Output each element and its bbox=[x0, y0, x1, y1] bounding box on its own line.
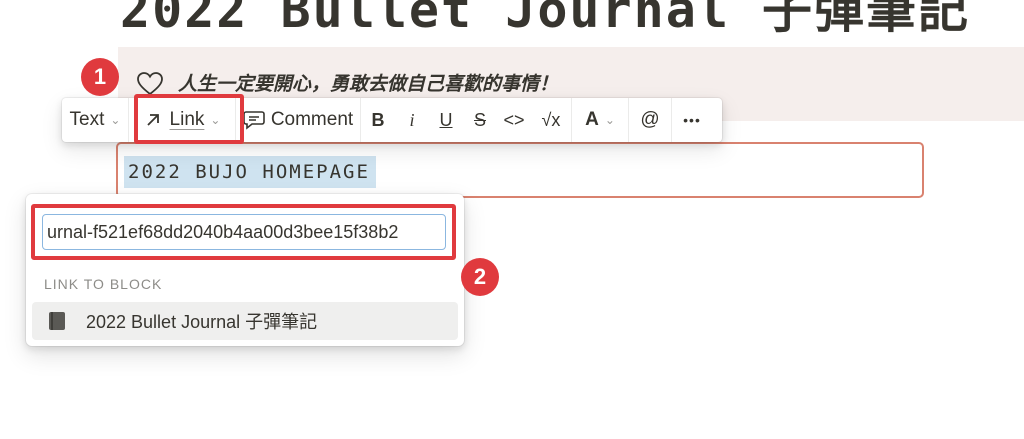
page-title: 2022 Bullet Journal 子彈筆記 bbox=[120, 0, 971, 39]
inline-code-button[interactable]: <> bbox=[497, 98, 531, 142]
annotation-box-link-input bbox=[31, 204, 456, 260]
turn-into-button[interactable]: Text ⌄ bbox=[62, 98, 128, 142]
annotation-badge-1: 1 bbox=[81, 58, 119, 96]
strikethrough-button[interactable]: S bbox=[463, 98, 497, 142]
comment-label: Comment bbox=[270, 109, 354, 130]
comment-button[interactable]: Comment bbox=[236, 98, 360, 142]
bold-button[interactable]: B bbox=[361, 98, 395, 142]
italic-button[interactable]: i bbox=[395, 98, 429, 142]
link-result-item[interactable]: 2022 Bullet Journal 子彈筆記 bbox=[32, 302, 458, 340]
equation-button[interactable]: √x bbox=[531, 98, 571, 142]
comment-icon bbox=[243, 111, 265, 130]
chevron-down-icon: ⌄ bbox=[110, 113, 121, 127]
underline-button[interactable]: U bbox=[429, 98, 463, 142]
text-color-icon: A bbox=[585, 109, 599, 130]
link-result-label: 2022 Bullet Journal 子彈筆記 bbox=[86, 312, 318, 332]
turn-into-label: Text bbox=[69, 109, 105, 130]
more-options-button[interactable]: ••• bbox=[672, 98, 712, 142]
text-color-button[interactable]: A ⌄ bbox=[572, 98, 628, 142]
annotation-box-link-button bbox=[134, 94, 244, 144]
mention-button[interactable]: @ bbox=[629, 98, 671, 142]
selected-text[interactable]: 2022 BUJO HOMEPAGE bbox=[124, 156, 376, 188]
link-to-block-heading: LINK TO BLOCK bbox=[44, 276, 163, 292]
annotation-badge-2: 2 bbox=[461, 258, 499, 296]
page-book-icon bbox=[49, 312, 65, 330]
chevron-down-icon: ⌄ bbox=[604, 113, 615, 127]
